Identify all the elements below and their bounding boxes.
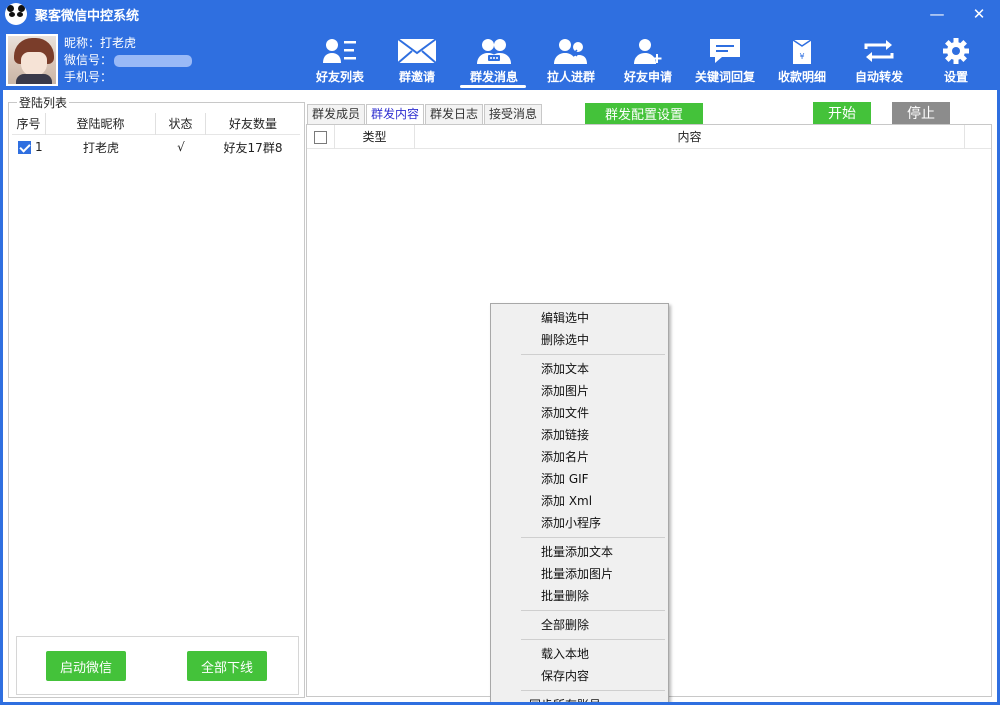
tab-received-messages[interactable]: 接受消息 <box>484 104 543 124</box>
mail-icon <box>397 38 437 64</box>
toolbar-settings[interactable]: 设置 <box>919 28 993 90</box>
close-button[interactable]: ✕ <box>958 0 1000 28</box>
active-tab-indicator <box>460 85 526 88</box>
minimize-button[interactable]: — <box>916 0 958 28</box>
toolbar-pull-into-group[interactable]: 拉人进群 <box>534 28 608 90</box>
toolbar-label: 好友列表 <box>315 70 364 84</box>
content-tabs: 群发成员 群发内容 群发日志 接受消息 <box>307 104 543 124</box>
login-list-group: 登陆列表 序号 登陆昵称 状态 好友数量 1 打老虎 √ 好友17群8 启动微信… <box>8 94 305 698</box>
window-title: 聚客微信中控系统 <box>35 8 140 24</box>
wechat-id-label: 微信号： <box>64 53 113 67</box>
menu-item-add-xml[interactable]: 添加 Xml <box>491 490 668 512</box>
menu-item-batch-delete[interactable]: 批量删除 <box>491 585 668 607</box>
toolbar-group-message[interactable]: 群发消息 <box>457 28 531 90</box>
menu-separator <box>521 354 665 355</box>
toolbar-label: 自动转发 <box>854 70 903 84</box>
group-message-icon <box>477 39 511 64</box>
start-wechat-button[interactable]: 启动微信 <box>46 651 126 681</box>
content-table-header: 类型 内容 <box>307 125 991 149</box>
main-area: 登陆列表 序号 登陆昵称 状态 好友数量 1 打老虎 √ 好友17群8 启动微信… <box>3 90 997 705</box>
toolbar-keyword-reply[interactable]: 关键词回复 <box>688 28 762 90</box>
menu-separator <box>521 537 665 538</box>
tab-group-members[interactable]: 群发成员 <box>307 104 366 124</box>
menu-separator <box>521 610 665 611</box>
title-bar: 聚客微信中控系统 — ✕ <box>0 0 1000 28</box>
toolbar-payment-details[interactable]: ¥ 收款明细 <box>765 28 839 90</box>
gear-icon <box>943 38 969 64</box>
menu-separator <box>521 690 665 691</box>
toolbar-friend-request[interactable]: 好友申请 <box>611 28 685 90</box>
toolbar-friends-list[interactable]: 好友列表 <box>303 28 377 90</box>
login-list-header: 序号 登陆昵称 状态 好友数量 <box>12 113 300 135</box>
toolbar-label: 群邀请 <box>398 70 435 84</box>
menu-separator <box>521 639 665 640</box>
toolbar-auto-forward[interactable]: 自动转发 <box>842 28 916 90</box>
row-index: 1 <box>35 140 43 154</box>
menu-item-add-link[interactable]: 添加链接 <box>491 424 668 446</box>
all-offline-button[interactable]: 全部下线 <box>187 651 267 681</box>
menu-item-load-local[interactable]: 载入本地 <box>491 643 668 665</box>
column-header-nickname[interactable]: 登陆昵称 <box>46 113 156 135</box>
chat-bubble-icon <box>710 39 740 63</box>
profile-info: 昵称：打老虎 微信号： 手机号： <box>64 35 193 86</box>
tab-group-content[interactable]: 群发内容 <box>366 104 425 124</box>
row-checkbox[interactable] <box>18 140 31 154</box>
toolbar-label: 好友申请 <box>623 70 672 84</box>
row-count: 好友17群8 <box>223 140 283 155</box>
add-friend-icon <box>634 39 662 64</box>
toolbar-label: 关键词回复 <box>694 70 755 84</box>
column-header-count[interactable]: 好友数量 <box>206 113 300 135</box>
toolbar-label: 设置 <box>943 70 968 84</box>
toolbar-label: 群发消息 <box>469 70 518 84</box>
menu-item-add-file[interactable]: 添加文件 <box>491 402 668 424</box>
select-all-checkbox[interactable] <box>314 130 327 144</box>
group-config-button[interactable]: 群发配置设置 <box>585 103 703 124</box>
nickname-value: 打老虎 <box>100 36 137 50</box>
menu-item-batch-add-text[interactable]: 批量添加文本 <box>491 541 668 563</box>
friends-list-icon <box>323 39 356 63</box>
column-header-index[interactable]: 序号 <box>12 113 46 135</box>
row-status: √ <box>177 140 185 154</box>
nickname-label: 昵称： <box>64 36 101 50</box>
start-button[interactable]: 开始 <box>813 102 871 124</box>
row-nickname: 打老虎 <box>82 140 119 155</box>
context-menu: 编辑选中 删除选中 添加文本 添加图片 添加文件 添加链接 添加名片 添加 GI… <box>490 303 669 705</box>
pull-into-group-icon <box>554 39 587 64</box>
payment-icon: ¥ <box>792 39 812 64</box>
menu-item-batch-add-image[interactable]: 批量添加图片 <box>491 563 668 585</box>
menu-item-add-mini-program[interactable]: 添加小程序 <box>491 512 668 534</box>
stop-button[interactable]: 停止 <box>892 102 950 124</box>
menu-item-add-image[interactable]: 添加图片 <box>491 380 668 402</box>
column-header-status[interactable]: 状态 <box>156 113 206 135</box>
toolbar-label: 收款明细 <box>777 70 826 84</box>
login-actions-panel: 启动微信 全部下线 <box>16 636 299 695</box>
column-header-type[interactable]: 类型 <box>335 125 415 149</box>
svg-text:¥: ¥ <box>799 52 804 61</box>
phone-label: 手机号： <box>64 70 113 84</box>
wechat-id-redaction <box>114 54 193 67</box>
tab-group-log[interactable]: 群发日志 <box>425 104 484 124</box>
repeat-icon <box>864 40 894 62</box>
menu-item-delete-all[interactable]: 全部删除 <box>491 614 668 636</box>
toolbar-label: 拉人进群 <box>546 70 595 84</box>
table-row[interactable]: 1 打老虎 √ 好友17群8 <box>12 137 300 157</box>
toolbar-group-invite[interactable]: 群邀请 <box>380 28 454 90</box>
login-list-title: 登陆列表 <box>17 94 70 111</box>
menu-item-delete-selected[interactable]: 删除选中 <box>491 329 668 351</box>
app-logo-icon <box>5 3 27 25</box>
menu-item-add-gif[interactable]: 添加 GIF <box>491 468 668 490</box>
menu-item-save-content[interactable]: 保存内容 <box>491 665 668 687</box>
column-header-content[interactable]: 内容 <box>415 125 965 149</box>
header-toolbar: 昵称：打老虎 微信号： 手机号： 好友列表 群邀请 群发消息 拉人进群 好友申请… <box>0 28 1000 90</box>
menu-item-add-card[interactable]: 添加名片 <box>491 446 668 468</box>
menu-item-add-text[interactable]: 添加文本 <box>491 358 668 380</box>
menu-item-edit-selected[interactable]: 编辑选中 <box>491 307 668 329</box>
avatar <box>6 34 58 86</box>
